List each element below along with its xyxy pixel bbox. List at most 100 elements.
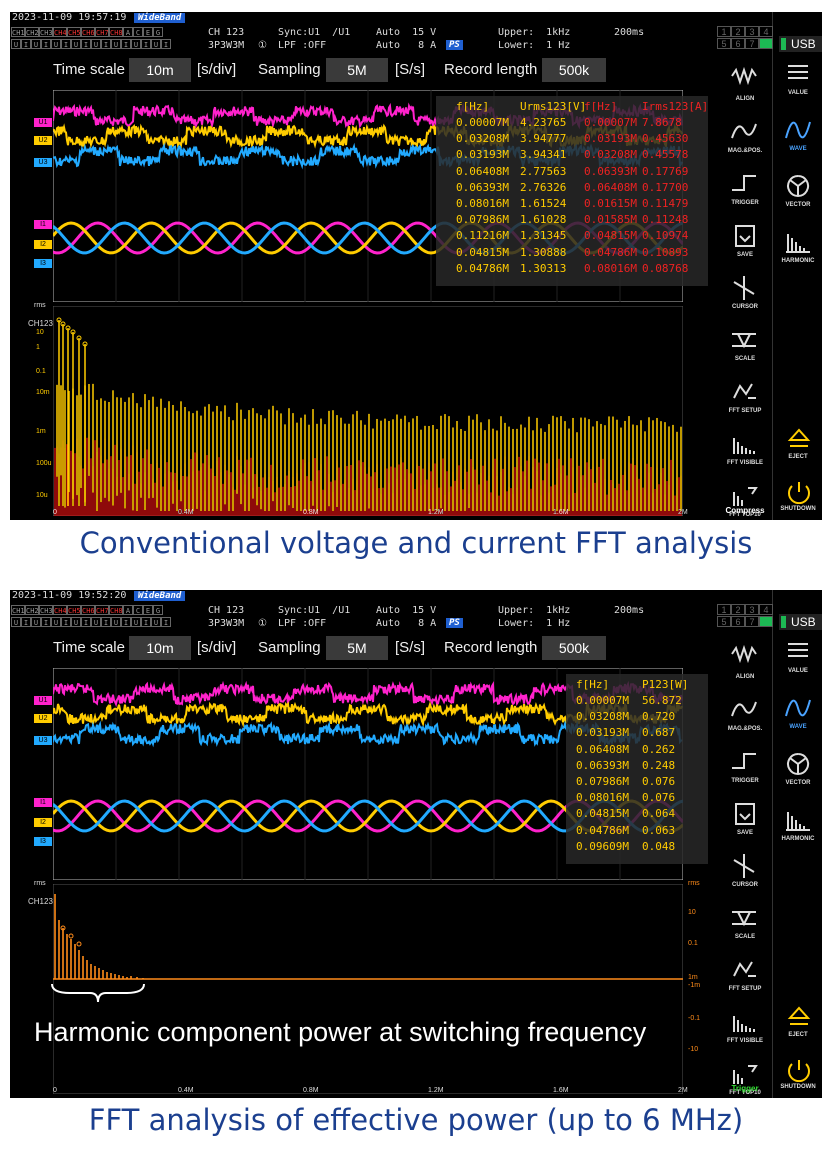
mode-wave[interactable]: WAVE (773, 692, 822, 738)
wiring-label: 3P3W3M (208, 40, 245, 51)
status-bar: 2023-11-09 19:57:19 WideBand CH1 CH2 CH3 CH… (10, 12, 708, 54)
upper-freq: Upper: 1kHz (498, 27, 571, 38)
sidebar-button-fft-visible[interactable]: FFT VISIBLE (718, 1004, 772, 1054)
sidebar-button-trigger[interactable]: TRIGGER (718, 166, 772, 216)
sidebar-label: TRIGGER (731, 200, 759, 206)
record-length-box[interactable]: 500k (542, 58, 606, 82)
compress-button[interactable]: Compress (720, 506, 770, 515)
grid-cell[interactable]: 5 (717, 38, 731, 49)
grid-cell[interactable]: 2 (731, 26, 745, 37)
usb-indicator: USB (779, 614, 822, 630)
channel-ui-indicator: I (81, 617, 91, 627)
mode-value[interactable]: VALUE (773, 636, 822, 682)
channel-indicator: A (123, 605, 133, 615)
channel-ui-indicator: U (71, 617, 81, 627)
function-sidebar: ALIGN MAG.&POS. TRIGGER SAVE CURSOR SCALE FFT … (718, 590, 772, 1098)
sidebar-button-trigger[interactable]: TRIGGER (718, 744, 772, 794)
sidebar-button-scale[interactable]: SCALE (718, 322, 772, 372)
grid-cell[interactable]: 2 (731, 604, 745, 615)
channel-indicator: A (123, 27, 133, 37)
sidebar-button-scale[interactable]: SCALE (718, 900, 772, 950)
table-cell: 0.064 (642, 807, 676, 821)
shutdown-label: SHUTDOWN (780, 506, 816, 512)
sampling-box[interactable]: 5M (326, 58, 388, 82)
overlay-annotation: Harmonic component power at switching fr… (34, 1017, 647, 1047)
sidebar-button-mag-pos-[interactable]: MAG.&POS. (718, 114, 772, 164)
sidebar-button-align[interactable]: ALIGN (718, 62, 772, 112)
time-scale-box[interactable]: 10m (129, 58, 191, 82)
time-scale-box[interactable]: 10m (129, 636, 191, 660)
sidebar-button-save[interactable]: SAVE (718, 796, 772, 846)
trigger-button[interactable]: Trigger (720, 1084, 770, 1093)
table-cell: 0.04815M (456, 245, 509, 259)
sidebar-button-cursor[interactable]: CURSOR (718, 270, 772, 320)
table-cell: 0.048 (642, 839, 676, 853)
grid-cell[interactable]: 8 (759, 38, 773, 49)
mode-vector[interactable]: VECTOR (773, 170, 822, 216)
mode-wave[interactable]: WAVE (773, 114, 822, 160)
grid-cell[interactable]: 6 (731, 38, 745, 49)
wave-icon (785, 699, 811, 717)
table-cell: 1.31345 (520, 229, 567, 243)
grid-cell[interactable]: 1 (717, 604, 731, 615)
sampling-box[interactable]: 5M (326, 636, 388, 660)
sidebar-label: TRIGGER (731, 778, 759, 784)
mode-label: VECTOR (785, 780, 811, 786)
mode-harmonic[interactable]: HARMONIC (773, 804, 822, 850)
fft-x-tick: 0.4M (178, 1087, 194, 1094)
sampling-unit: [S/s] (395, 639, 426, 656)
grid-cell[interactable]: 4 (759, 26, 773, 37)
grid-cell[interactable]: 5 (717, 616, 731, 627)
table-cell: 0.08016M (456, 197, 509, 210)
eject-button[interactable]: EJECT (773, 1002, 822, 1048)
eject-button[interactable]: EJECT (773, 424, 822, 470)
channel-indicator: E (143, 27, 153, 37)
channel-ui-indicator: U (51, 617, 61, 627)
grid-cell[interactable]: 7 (745, 616, 759, 627)
sidebar-button-align[interactable]: ALIGN (718, 640, 772, 690)
shutdown-button[interactable]: SHUTDOWN (773, 1054, 822, 1098)
sidebar-button-mag-pos-[interactable]: MAG.&POS. (718, 692, 772, 742)
fft-y-tick: 100u (36, 460, 52, 467)
fft-x-tick: 1.2M (428, 1087, 444, 1094)
trace-label: U2 (34, 136, 52, 145)
mode-vector[interactable]: VECTOR (773, 748, 822, 794)
mode-harmonic[interactable]: HARMONIC (773, 226, 822, 272)
table-cell: 0.07986M (576, 775, 629, 788)
table-cell: 0.687 (642, 726, 676, 740)
fft-x-tick: 0 (53, 509, 57, 516)
control-bar: Time scale 10m [s/div] Sampling 5M [S/s]… (10, 633, 708, 663)
table-cell: 0.04786M (584, 245, 637, 259)
sidebar-label: SAVE (737, 252, 753, 258)
power-fft-plot (53, 884, 683, 1094)
sidebar-button-cursor[interactable]: CURSOR (718, 848, 772, 898)
period-label: 200ms (614, 605, 645, 616)
mode-value[interactable]: VALUE (773, 58, 822, 104)
grid-cell[interactable]: 6 (731, 616, 745, 627)
vector-icon (787, 175, 810, 197)
grid-cell[interactable]: 8 (759, 616, 773, 627)
grid-cell[interactable]: 1 (717, 26, 731, 37)
table-cell: 3.94777 (520, 132, 567, 146)
fft-unit-right: rms (688, 880, 700, 887)
table-cell: 1.61524 (520, 197, 567, 210)
sidebar-button-fft-setup[interactable]: FFT SETUP (718, 952, 772, 1002)
grid-cell[interactable]: 7 (745, 38, 759, 49)
channel-indicator: CH3 (39, 605, 53, 615)
sidebar-label: ALIGN (735, 674, 755, 680)
sidebar-button-fft-visible[interactable]: FFT VISIBLE (718, 426, 772, 476)
sidebar-button-fft-setup[interactable]: FFT SETUP (718, 374, 772, 424)
record-length-box[interactable]: 500k (542, 636, 606, 660)
sidebar-button-save[interactable]: SAVE (718, 218, 772, 268)
function-sidebar: ALIGN MAG.&POS. TRIGGER SAVE CURSOR SCALE FFT … (718, 12, 772, 520)
table-cell: 0.720 (642, 710, 676, 724)
channel-ui-indicator: I (101, 39, 111, 49)
sidebar-label: FFT SETUP (728, 408, 762, 414)
grid-cell[interactable]: 3 (745, 604, 759, 615)
grid-cell[interactable]: 3 (745, 26, 759, 37)
channel-indicator: C (133, 605, 143, 615)
channel-indicator: C (133, 27, 143, 37)
grid-cell[interactable]: 4 (759, 604, 773, 615)
shutdown-button[interactable]: SHUTDOWN (773, 476, 822, 520)
datetime: 2023-11-09 19:57:19 (12, 12, 127, 23)
